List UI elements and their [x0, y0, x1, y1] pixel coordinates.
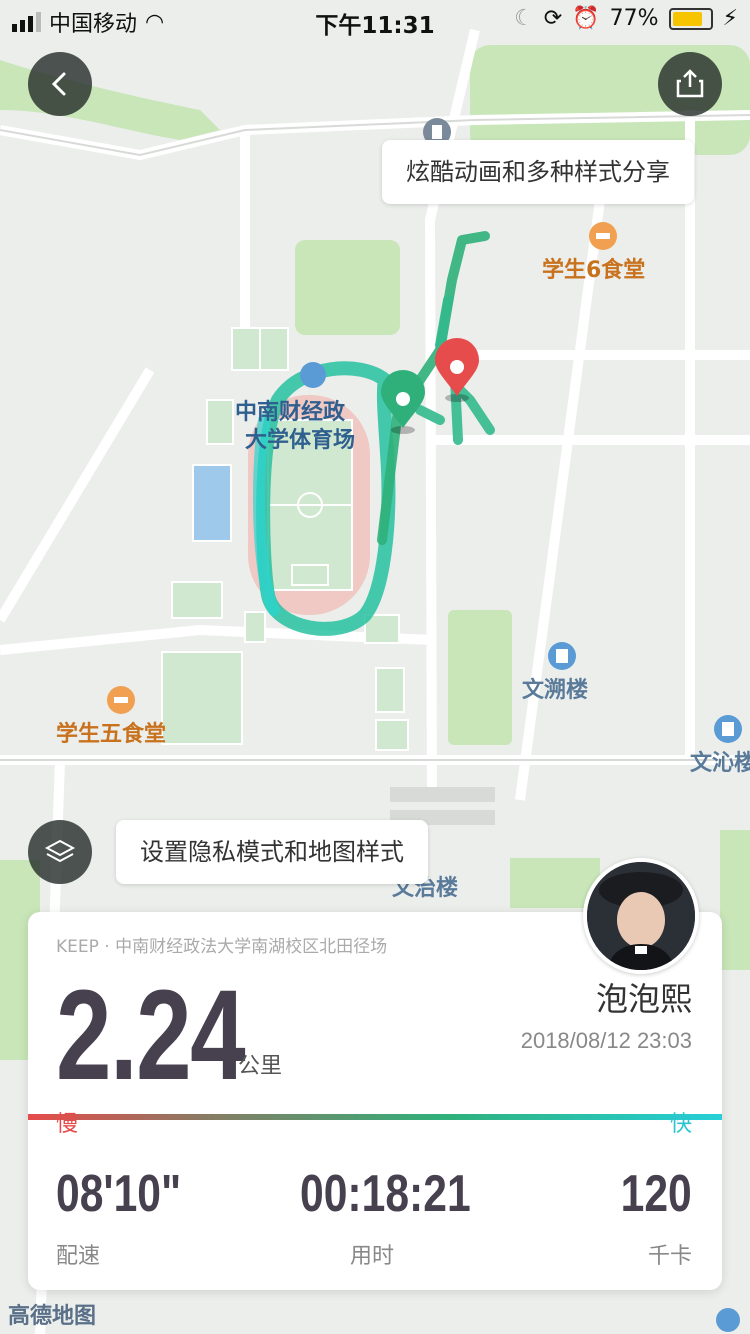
- map-style-button[interactable]: [28, 820, 92, 884]
- stadium-icon: [300, 362, 326, 388]
- distance-value: 2.24: [56, 964, 246, 1107]
- battery-percent: 77%: [609, 6, 659, 31]
- poi-wensu-building[interactable]: 文溯楼: [522, 672, 588, 704]
- wenqin-building-icon: [714, 715, 742, 743]
- share-icon: [676, 69, 704, 98]
- moon-icon: ☾: [514, 6, 534, 31]
- calories-value: 120: [620, 1165, 692, 1223]
- chevron-left-icon: [51, 72, 66, 96]
- avatar[interactable]: [583, 858, 699, 974]
- pace-label: 配速: [56, 1244, 101, 1269]
- share-button[interactable]: [658, 52, 722, 116]
- canteen5-icon: [107, 686, 135, 714]
- duration-value: 00:18:21: [300, 1165, 471, 1223]
- bottom-right-building-icon: [716, 1308, 740, 1332]
- run-source: KEEP · 中南财经政法大学南湖校区北田径场: [56, 937, 388, 957]
- pace-value: 08'10": [56, 1165, 182, 1223]
- user-name: 泡泡熙: [595, 980, 692, 1018]
- rotation-lock-icon: ⟳: [543, 6, 563, 31]
- layers-icon: [44, 839, 76, 863]
- status-bar: 中国移动 ◠ 下午11:31 ☾ ⟳ ⏰ 77% ⚡: [0, 0, 750, 40]
- poi-student-canteen-5[interactable]: 学生五食堂: [56, 716, 166, 748]
- fast-label: 快: [669, 1112, 692, 1137]
- distance-unit: 公里: [238, 1054, 283, 1079]
- battery-icon: [668, 7, 713, 30]
- back-button[interactable]: [28, 52, 92, 116]
- slow-label: 慢: [56, 1112, 79, 1137]
- calories-label: 千卡: [647, 1244, 692, 1269]
- duration-label: 用时: [350, 1244, 395, 1269]
- privacy-tooltip: 设置隐私模式和地图样式: [116, 820, 428, 884]
- alarm-icon: ⏰: [572, 6, 600, 31]
- poi-student-canteen-6[interactable]: 学生6食堂: [542, 252, 645, 284]
- poi-stadium-line2[interactable]: 大学体育场: [245, 422, 355, 454]
- run-datetime: 2018/08/12 23:03: [520, 1028, 692, 1053]
- poi-wenqin-building[interactable]: 文沁楼: [690, 745, 750, 777]
- canteen6-icon: [589, 222, 617, 250]
- share-tooltip: 炫酷动画和多种样式分享: [382, 140, 694, 204]
- pace-gradient-bar: [28, 1114, 722, 1120]
- map-watermark: 高德地图: [8, 1304, 97, 1329]
- charging-icon: ⚡: [722, 6, 738, 31]
- wensu-building-icon: [548, 642, 576, 670]
